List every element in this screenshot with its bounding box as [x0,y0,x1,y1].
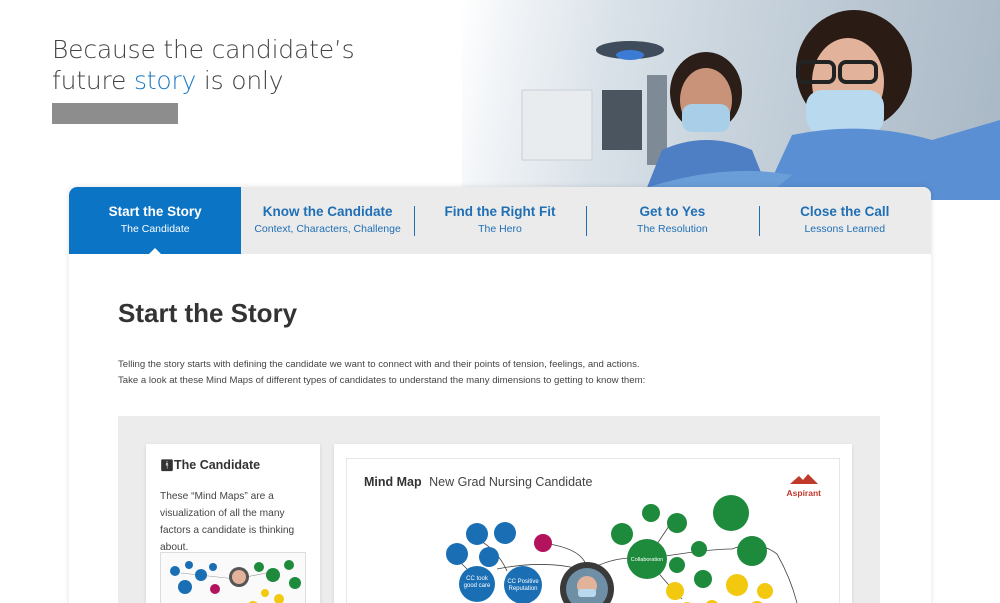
thumbnail-graphic [170,560,301,603]
mind-map-graphic: CC took good care CC Positive Reputation [446,495,798,603]
tab-get-to-yes[interactable]: Get to Yes The Resolution [586,187,758,254]
hero-headline: Because the candidate’s future story is … [52,34,452,96]
tab-subtitle: Context, Characters, Challenge [254,223,401,235]
tab-title: Find the Right Fit [444,204,556,219]
story-card: Start the Story The Candidate Know the C… [69,187,931,603]
tab-start-the-story[interactable]: Start the Story The Candidate [69,187,242,255]
hero-title: Because the candidate’s future story is … [52,34,452,96]
tab-subtitle: The Candidate [120,223,190,235]
node-label-collaboration: Collaboration [631,557,663,563]
candidate-card-heading: 🚹︎The Candidate [160,458,260,472]
tab-find-the-right-fit[interactable]: Find the Right Fit The Hero [413,187,586,254]
hero-line-2a: future [52,66,134,95]
tab-title: Know the Candidate [262,204,393,219]
node-label-cc-reputation: CC Positive [507,579,539,585]
tab-divider [413,206,415,236]
page: Because the candidate’s future story is … [0,0,1000,603]
person-icon: 🚹︎ [160,460,174,472]
svg-text:good care: good care [464,583,491,589]
hero-photo [462,0,1000,200]
tab-divider [758,206,760,236]
tab-know-the-candidate[interactable]: Know the Candidate Context, Characters, … [241,187,413,254]
intro-line-2: Take a look at these Mind Maps of differ… [118,375,646,386]
section-intro: Telling the story starts with defining t… [118,357,678,389]
candidate-card-description: These “Mind Maps” are a visualization of… [160,491,295,553]
tab-title: Close the Call [800,204,890,219]
tab-subtitle: The Resolution [637,223,708,235]
tab-content: Start the Story Telling the story starts… [69,254,931,603]
mind-map-frame[interactable]: Mind Map New Grad Nursing Candidate Aspi… [334,444,852,603]
candidate-card-title: The Candidate [174,458,261,472]
hero-redacted-bar [52,103,178,124]
tab-close-the-call[interactable]: Close the Call Lessons Learned [758,187,931,254]
mind-map-thumbnail[interactable] [160,552,306,603]
nurses-illustration [521,10,1000,200]
section-heading: Start the Story [118,298,298,328]
candidate-card: 🚹︎The Candidate These “Mind Maps” are a … [146,444,320,603]
hero-highlight: story [133,66,197,95]
tab-subtitle: The Hero [478,223,522,235]
tab-bar: Start the Story The Candidate Know the C… [69,187,931,255]
mind-map-panel: 🚹︎The Candidate These “Mind Maps” are a … [118,416,880,603]
hero-line-1: Because the candidate’s [52,35,355,64]
mind-map: Mind Map New Grad Nursing Candidate Aspi… [346,458,840,603]
svg-text:Reputation: Reputation [508,586,537,592]
intro-line-1: Telling the story starts with defining t… [118,359,640,370]
tab-divider [586,206,588,236]
hero-line-2b: is only [196,66,284,95]
tab-subtitle: Lessons Learned [804,223,886,235]
tab-title: Start the Story [108,204,202,219]
node-label-cc-care: CC took [466,576,489,582]
tab-title: Get to Yes [639,204,706,219]
